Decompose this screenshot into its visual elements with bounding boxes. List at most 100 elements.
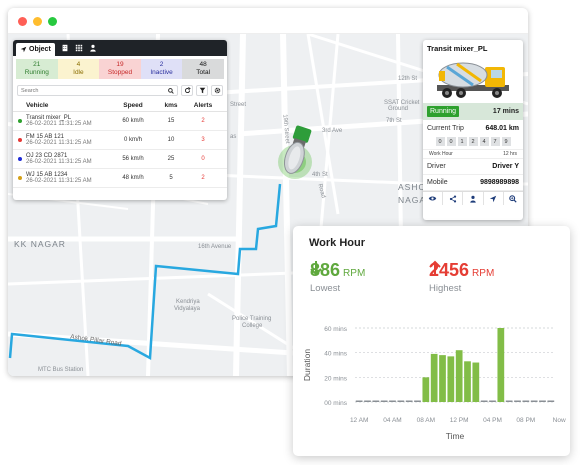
table-row[interactable]: FM 15 AB 121 26-02-2021 11:31:25 AM 0 km/…: [13, 131, 227, 150]
window-titlebar: [8, 8, 528, 34]
map-label-police-college: College: [242, 323, 263, 329]
chart-bar: [464, 361, 471, 402]
table-row[interactable]: WJ 15 AB 1234 26-02-2021 11:31:25 AM 48 k…: [13, 169, 227, 188]
view-button[interactable]: [423, 192, 444, 205]
search-placeholder: Search: [21, 87, 39, 94]
building-icon: [62, 44, 68, 52]
grid-icon: [75, 44, 82, 52]
tab-driver[interactable]: [89, 42, 97, 55]
share-button[interactable]: [443, 192, 464, 205]
refresh-button[interactable]: [181, 85, 193, 96]
current-trip-value: 648.01 km: [485, 125, 519, 132]
y-tick-label: 00 mins: [324, 400, 348, 407]
x-tick-label: 12 AM: [350, 417, 368, 424]
vehicle-kms: 25: [167, 156, 175, 162]
odometer-digit: 0: [435, 137, 445, 146]
status-running-count: 21: [33, 61, 41, 68]
vehicle-timestamp: 26-02-2021 11:31:25 AM: [26, 140, 92, 146]
status-stopped[interactable]: 19 Stopped: [99, 59, 141, 79]
status-idle-count: 4: [76, 61, 81, 68]
odometer-digit: 2: [468, 137, 478, 146]
current-trip-row: Current Trip 648.01 km: [423, 120, 523, 137]
x-axis-label: Time: [446, 431, 465, 441]
map-label-police-training: Police Training: [232, 316, 272, 322]
map-label-as: as: [230, 134, 237, 140]
chart-bar: [447, 356, 455, 402]
mobile-value: 9898989898: [480, 179, 519, 186]
mobile-row: Mobile 9898989898: [423, 175, 523, 191]
close-window-button[interactable]: [18, 17, 27, 26]
vehicle-title: Transit mixer_PL: [427, 44, 488, 53]
chart-bar: [405, 400, 413, 402]
vehicle-cell: FM 15 AB 121 26-02-2021 11:31:25 AM: [18, 134, 112, 147]
status-dot: [18, 176, 22, 180]
chart-bar: [372, 400, 380, 402]
navigation-icon: [20, 46, 27, 53]
map-label-street: Street: [230, 102, 247, 108]
status-idle[interactable]: 4 Idle: [57, 59, 100, 79]
navigate-icon: [490, 195, 497, 202]
vehicle-kms: 5: [169, 175, 173, 181]
running-status-row: Running 17 mins: [423, 103, 523, 120]
map-label-third-ave: 3rd Ave: [322, 128, 343, 134]
map-label-ashok-nagar-2: NAGA: [398, 195, 427, 205]
vehicle-name-block: OJ 23 CD 2871 26-02-2021 11:31:25 AM: [26, 153, 92, 166]
status-running-label: Running: [24, 69, 49, 76]
status-inactive[interactable]: 2 Inactive: [140, 59, 183, 79]
settings-button[interactable]: [211, 85, 223, 96]
vehicle-cell: OJ 23 CD 2871 26-02-2021 11:31:25 AM: [18, 153, 112, 166]
chart-bar: [505, 400, 513, 402]
tab-building[interactable]: [61, 42, 69, 55]
map-label-ashok-nagar: ASHO: [398, 182, 427, 192]
y-tick-label: 40 mins: [324, 351, 348, 358]
zoom-button[interactable]: [504, 192, 523, 205]
chart-bar: [355, 400, 363, 402]
status-total-count: 48: [199, 61, 207, 68]
tab-grid[interactable]: [75, 42, 83, 55]
x-tick-label: 12 PM: [450, 417, 469, 424]
search-row: Search: [17, 83, 223, 98]
odometer: 0 0 1 2 4 7 9: [423, 137, 523, 147]
status-dot: [18, 157, 22, 161]
running-duration: 17 mins: [492, 108, 519, 115]
chart-bar: [414, 400, 421, 402]
tab-object[interactable]: Object: [16, 43, 55, 56]
transit-mixer-truck-icon: [437, 62, 509, 98]
zoom-icon: [509, 194, 518, 203]
status-running[interactable]: 21 Running: [16, 59, 58, 79]
refresh-icon: [184, 87, 191, 94]
vehicle-details-card: Transit mixer_PL Running 17 mins Current…: [423, 40, 523, 220]
x-tick-label: 04 AM: [383, 417, 401, 424]
status-dot: [18, 119, 22, 123]
chart-bar: [380, 400, 388, 402]
status-total[interactable]: 48 Total: [182, 59, 224, 79]
table-row[interactable]: OJ 23 CD 2871 26-02-2021 11:31:25 AM 56 k…: [13, 150, 227, 169]
chart-bar: [480, 400, 488, 402]
tab-object-label: Object: [29, 46, 51, 53]
col-vehicle[interactable]: Vehicle: [18, 102, 112, 109]
map-label-ground: Ground: [388, 106, 409, 112]
col-alerts[interactable]: Alerts: [188, 102, 218, 109]
maximize-window-button[interactable]: [48, 17, 57, 26]
chart-bar: [472, 362, 480, 402]
status-badge: Running: [427, 106, 460, 117]
filter-button[interactable]: [196, 85, 208, 96]
vehicle-name-block: WJ 15 AB 1234 26-02-2021 11:31:25 AM: [26, 172, 92, 185]
minimize-window-button[interactable]: [33, 17, 42, 26]
driver-icon: [89, 44, 96, 52]
col-speed[interactable]: Speed: [112, 102, 154, 109]
chart-bar: [397, 400, 405, 402]
navigate-button[interactable]: [484, 192, 504, 205]
gear-icon: [214, 87, 220, 94]
col-kms[interactable]: kms: [154, 102, 188, 109]
map-label-twelfth-st: 12th St: [398, 76, 418, 82]
table-row[interactable]: Transit mixer_PL 26-02-2021 11:31:25 AM 6…: [13, 112, 227, 131]
status-inactive-label: Inactive: [150, 69, 173, 76]
driver-button[interactable]: [463, 192, 484, 205]
current-trip-label: Current Trip: [427, 125, 464, 132]
driver-row: Driver Driver Y: [423, 159, 523, 175]
driver-value: Driver Y: [492, 163, 519, 170]
search-input[interactable]: Search: [17, 85, 178, 96]
status-inactive-count: 2: [159, 61, 164, 68]
vehicle-cell: WJ 15 AB 1234 26-02-2021 11:31:25 AM: [18, 172, 112, 185]
